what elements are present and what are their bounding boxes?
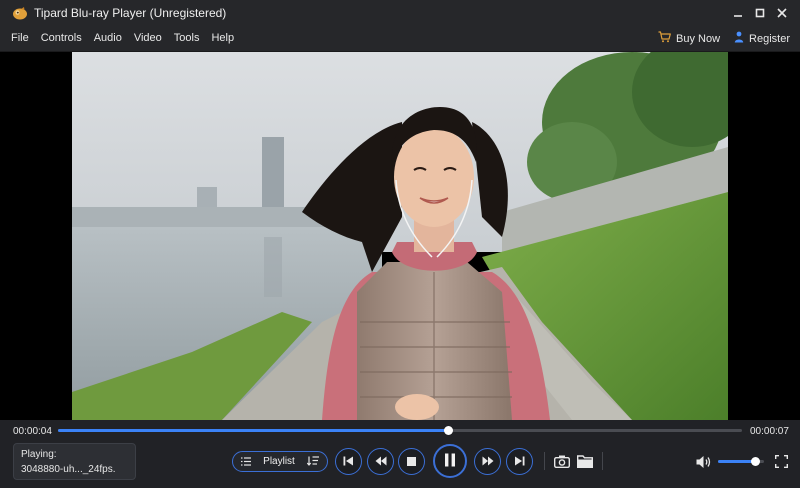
total-time: 00:00:07 — [750, 426, 789, 437]
video-frame — [72, 52, 728, 420]
pause-button[interactable] — [433, 444, 467, 478]
pause-icon — [444, 453, 456, 470]
now-playing-file: 3048880-uh..._24fps. — [21, 464, 116, 475]
skip-previous-icon — [343, 455, 354, 469]
video-area[interactable] — [0, 52, 800, 420]
current-time: 00:00:04 — [13, 426, 52, 437]
maximize-icon[interactable] — [752, 5, 768, 21]
menu-video[interactable]: Video — [128, 32, 168, 44]
folder-icon[interactable] — [576, 454, 593, 469]
tipard-logo-icon — [12, 6, 28, 20]
rewind-icon — [375, 455, 387, 469]
fullscreen-icon[interactable] — [774, 454, 789, 469]
seek-bar[interactable] — [58, 426, 742, 435]
menu-file[interactable]: File — [0, 32, 35, 44]
volume-slider[interactable] — [718, 457, 764, 466]
window-controls — [730, 0, 790, 25]
seek-thumb[interactable] — [443, 426, 453, 435]
volume-level — [718, 460, 755, 463]
divider — [544, 452, 545, 470]
now-playing-label: Playing: — [21, 449, 57, 460]
buy-now-link[interactable]: Buy Now — [658, 31, 720, 46]
title-bar: Tipard Blu-ray Player (Unregistered) — [0, 0, 800, 25]
volume-thumb[interactable] — [750, 457, 760, 466]
menu-help[interactable]: Help — [205, 32, 240, 44]
register-link[interactable]: Register — [734, 31, 790, 46]
divider — [602, 452, 603, 470]
fast-forward-button[interactable] — [474, 448, 501, 475]
volume-icon[interactable] — [695, 454, 712, 469]
buy-now-label: Buy Now — [676, 32, 721, 45]
skip-next-icon — [514, 455, 525, 469]
playlist-button[interactable]: Playlist — [232, 451, 328, 472]
camera-icon[interactable] — [553, 454, 570, 469]
menu-tools[interactable]: Tools — [168, 32, 206, 44]
skip-next-button[interactable] — [506, 448, 533, 475]
list-icon — [241, 455, 251, 469]
register-label: Register — [749, 32, 790, 45]
menu-audio[interactable]: Audio — [88, 32, 128, 44]
person-icon — [734, 31, 744, 46]
skip-previous-button[interactable] — [335, 448, 362, 475]
close-icon[interactable] — [774, 5, 790, 21]
fast-forward-icon — [482, 455, 494, 469]
sort-icon[interactable] — [306, 455, 319, 469]
minimize-icon[interactable] — [730, 5, 746, 21]
menu-bar: File Controls Audio Video Tools Help Buy… — [0, 25, 800, 52]
playlist-label: Playlist — [263, 456, 295, 467]
menu-controls[interactable]: Controls — [35, 32, 88, 44]
menu-right-links: Buy Now Register — [658, 25, 790, 52]
seek-progress — [58, 429, 448, 432]
video-image — [72, 52, 728, 420]
cart-icon — [658, 31, 671, 46]
window-title: Tipard Blu-ray Player (Unregistered) — [34, 5, 227, 20]
stop-button[interactable] — [398, 448, 425, 475]
rewind-button[interactable] — [367, 448, 394, 475]
stop-icon — [407, 455, 416, 469]
now-playing-box: Playing: 3048880-uh..._24fps. — [13, 443, 136, 480]
